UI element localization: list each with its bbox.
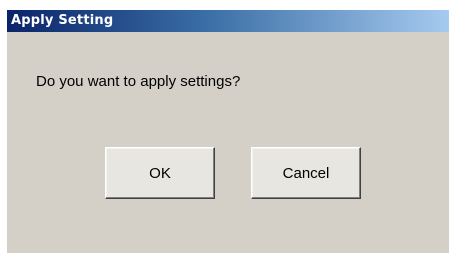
cancel-button-label: Cancel <box>282 164 330 182</box>
dialog-message: Do you want to apply settings? <box>36 73 241 90</box>
ok-button-label: OK <box>149 164 171 182</box>
dialog-title: Apply Setting <box>11 13 114 28</box>
ok-button[interactable]: OK <box>105 147 215 199</box>
title-bar[interactable]: Apply Setting <box>7 10 449 32</box>
cancel-button[interactable]: Cancel <box>251 147 361 199</box>
apply-setting-dialog: Apply Setting Do you want to apply setti… <box>6 10 449 253</box>
